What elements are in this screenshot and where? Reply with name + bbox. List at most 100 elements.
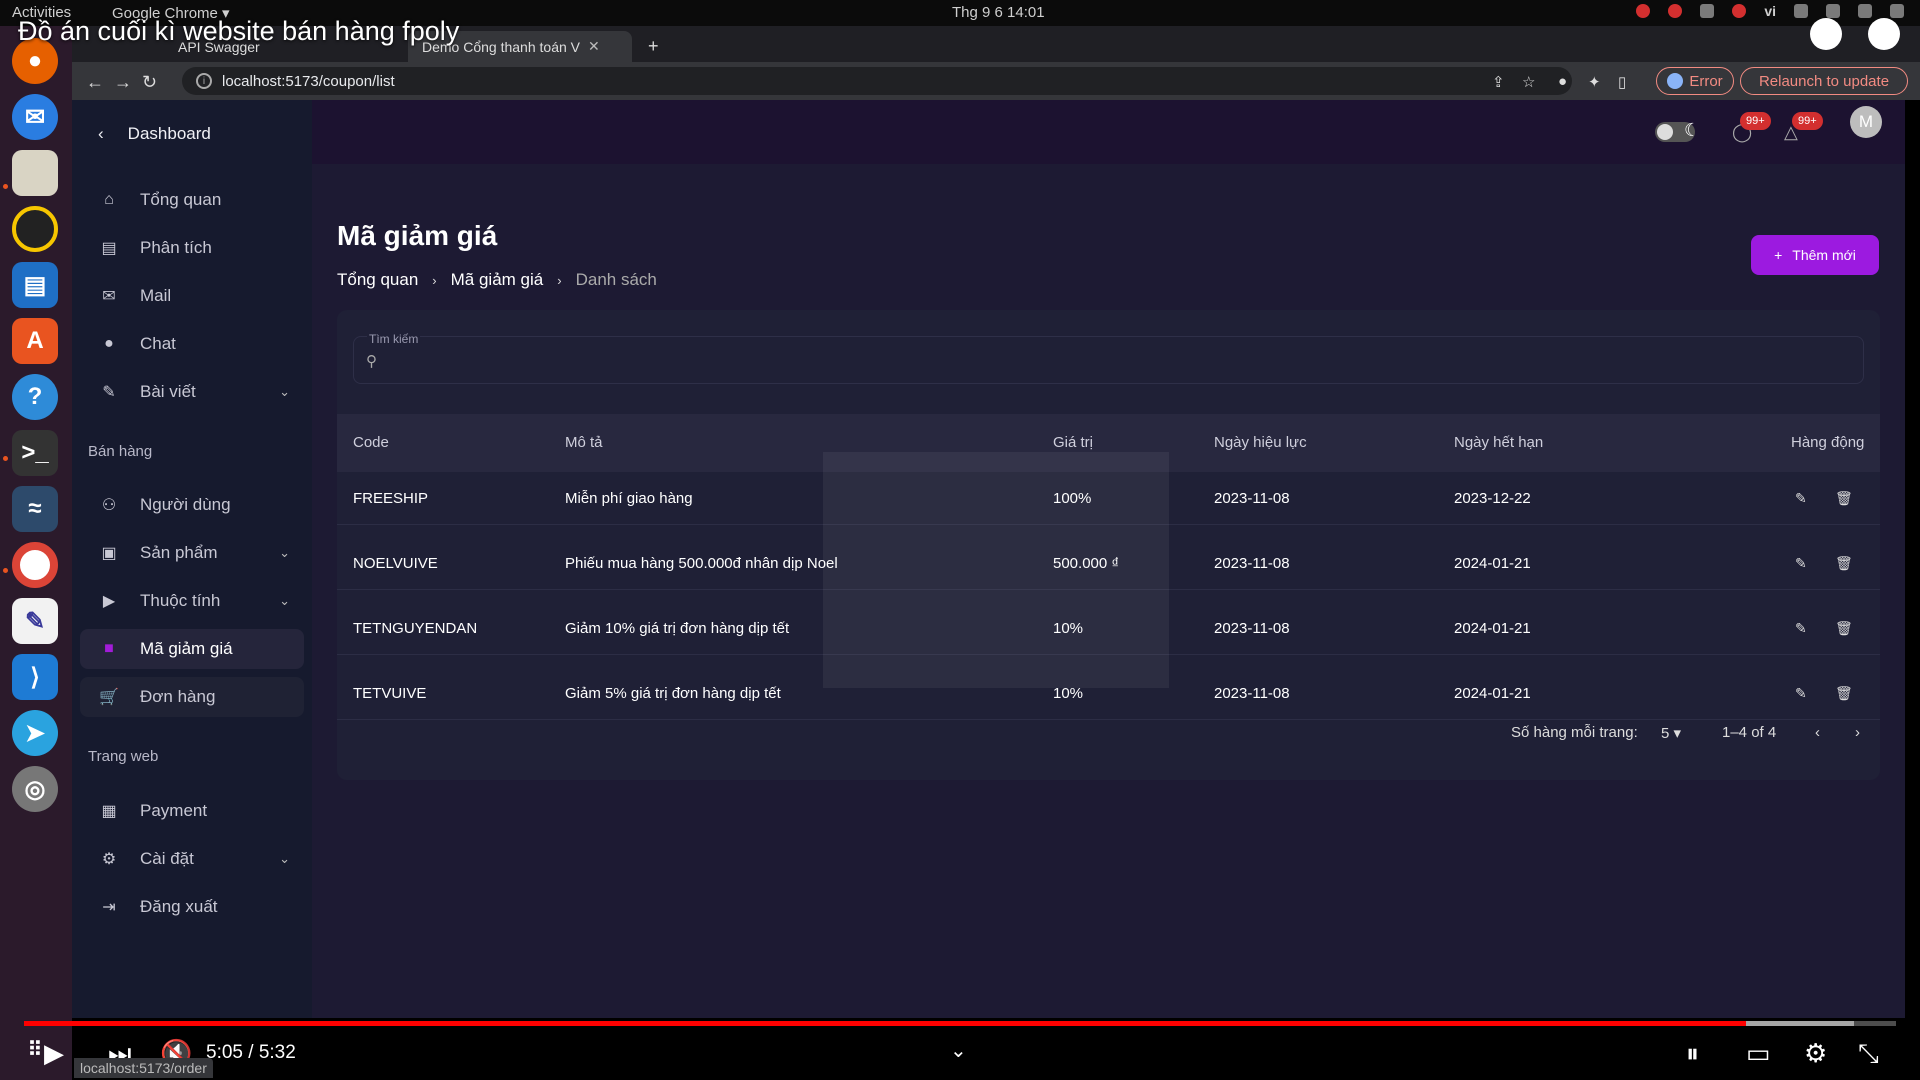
video-title[interactable]: Đồ án cuối kì website bán hàng fpoly xyxy=(18,16,459,47)
column-value[interactable]: Giá trị xyxy=(1053,434,1093,451)
cell-end-date: 2024-01-21 xyxy=(1454,620,1531,637)
new-tab-button[interactable]: + xyxy=(642,31,672,62)
chrome-icon[interactable] xyxy=(12,542,58,588)
relaunch-button[interactable]: Relaunch to update xyxy=(1740,67,1908,95)
prev-page-icon[interactable]: ‹ xyxy=(1815,724,1820,741)
extensions-puzzle-icon[interactable]: ✦ xyxy=(1588,73,1601,91)
watch-later-icon[interactable] xyxy=(1810,18,1842,50)
column-start-date[interactable]: Ngày hiệu lực xyxy=(1214,434,1307,451)
pagination-range: 1–4 of 4 xyxy=(1722,724,1777,741)
settings-hd-icon[interactable]: ⚙ xyxy=(1804,1038,1827,1069)
chevron-left-icon[interactable]: ‹ xyxy=(98,124,104,144)
cell-end-date: 2023-12-22 xyxy=(1454,490,1531,507)
breadcrumb-overview[interactable]: Tổng quan xyxy=(337,270,418,290)
system-tray[interactable]: vi xyxy=(1636,3,1904,19)
thunderbird-icon[interactable]: ✉ xyxy=(12,94,58,140)
dbeaver-icon[interactable]: ≈ xyxy=(12,486,58,532)
sidebar-item-analytics[interactable]: ▤ Phân tích xyxy=(80,228,304,268)
sidebar-item-overview[interactable]: ⌂ Tổng quan xyxy=(80,180,304,220)
text-editor-icon[interactable]: ✎ xyxy=(12,598,58,644)
chrome-indicator-icon[interactable] xyxy=(1668,4,1683,18)
record-icon[interactable] xyxy=(1636,4,1651,18)
delete-icon[interactable]: 🗑 xyxy=(1835,620,1853,637)
profile-error-button[interactable]: Error xyxy=(1656,67,1734,95)
caret-down-icon: ▾ xyxy=(1673,725,1682,742)
vscode-icon[interactable]: ⟩ xyxy=(12,654,58,700)
block-icon[interactable] xyxy=(1732,4,1747,18)
moon-icon[interactable]: ☾ xyxy=(1684,120,1700,141)
delete-icon[interactable]: 🗑 xyxy=(1835,555,1853,572)
files-icon[interactable] xyxy=(12,150,58,196)
sidebar-item-products[interactable]: ▣ Sản phẩm ⌄ xyxy=(80,533,304,573)
edit-icon[interactable]: ✎ xyxy=(1795,620,1807,637)
rhythmbox-icon[interactable] xyxy=(12,206,58,252)
sidebar-item-settings[interactable]: ⚙ Cài đặt ⌄ xyxy=(80,839,304,879)
sidebar-item-chat[interactable]: ● Chat xyxy=(80,324,304,364)
sidebar-item-users[interactable]: ⚇ Người dùng xyxy=(80,485,304,525)
cell-end-date: 2024-01-21 xyxy=(1454,685,1531,702)
breadcrumb-coupons[interactable]: Mã giảm giá xyxy=(451,270,544,290)
telegram-icon[interactable]: ➤ xyxy=(12,710,58,756)
wifi-icon[interactable] xyxy=(1794,4,1808,18)
home-icon: ⌂ xyxy=(104,191,114,208)
column-code[interactable]: Code xyxy=(353,434,389,451)
close-icon[interactable]: ✕ xyxy=(588,38,600,55)
column-description[interactable]: Mô tả xyxy=(565,434,603,451)
mic-icon[interactable] xyxy=(1858,4,1872,18)
vpn-icon[interactable] xyxy=(1700,4,1715,18)
autoplay-toggle-icon[interactable]: ⏸ xyxy=(1686,1038,1699,1070)
sidebar-section-sales: Bán hàng xyxy=(88,443,153,460)
disk-icon[interactable]: ◎ xyxy=(12,766,58,812)
sidebar-item-payment[interactable]: ▦ Payment xyxy=(80,791,304,831)
next-page-icon[interactable]: › xyxy=(1855,724,1860,741)
language-indicator[interactable]: vi xyxy=(1764,3,1776,19)
subtitles-icon[interactable]: ▭ xyxy=(1746,1038,1771,1069)
sidebar-item-label: Cài đặt xyxy=(140,849,194,868)
play-icon[interactable]: ▶ xyxy=(44,1038,64,1069)
rows-per-page-select[interactable]: 5 ▾ xyxy=(1661,724,1681,742)
breadcrumb-list: Danh sách xyxy=(575,270,657,289)
cell-start-date: 2023-11-08 xyxy=(1214,620,1290,637)
delete-icon[interactable]: 🗑 xyxy=(1835,685,1853,702)
sidebar-item-orders[interactable]: 🛒 Đơn hàng xyxy=(80,677,304,717)
chevron-down-icon: ⌄ xyxy=(279,593,290,608)
cell-code: NOELVUIVE xyxy=(353,555,438,572)
share-icon[interactable] xyxy=(1868,18,1900,50)
share-icon[interactable]: ⇪ xyxy=(1492,73,1505,91)
add-new-button[interactable]: + Thêm mới xyxy=(1751,235,1879,275)
sidebar-item-coupons[interactable]: ■ Mã giảm giá xyxy=(80,629,304,669)
search-icon: ⚲ xyxy=(366,353,377,370)
terminal-icon[interactable]: >_ xyxy=(12,430,58,476)
column-end-date[interactable]: Ngày hết hạn xyxy=(1454,434,1543,451)
sidebar-item-posts[interactable]: ✎ Bài viết ⌄ xyxy=(80,372,304,412)
edit-icon[interactable]: ✎ xyxy=(1795,555,1807,572)
add-new-label: Thêm mới xyxy=(1792,247,1856,263)
sidebar-item-logout[interactable]: ⇥ Đăng xuất xyxy=(80,887,304,927)
software-center-icon[interactable]: A xyxy=(12,318,58,364)
rows-per-page-value: 5 xyxy=(1661,725,1670,742)
sidebar: ‹ Dashboard ⌂ Tổng quan ▤ Phân tích ✉ Ma… xyxy=(72,100,312,1018)
delete-icon[interactable]: 🗑 xyxy=(1835,490,1853,507)
system-clock[interactable]: Thg 9 6 14:01 xyxy=(952,4,1045,21)
help-icon[interactable]: ? xyxy=(12,374,58,420)
writer-icon[interactable]: ▤ xyxy=(12,262,58,308)
chevron-down-icon[interactable]: ⌄ xyxy=(950,1038,967,1063)
reload-icon[interactable]: ↻ xyxy=(142,72,157,93)
battery-icon[interactable] xyxy=(1890,4,1904,18)
address-bar[interactable]: i localhost:5173/coupon/list xyxy=(182,67,1572,95)
back-icon[interactable]: ← xyxy=(86,72,104,93)
volume-icon[interactable] xyxy=(1826,4,1840,18)
sidebar-item-attributes[interactable]: ▶ Thuộc tính ⌄ xyxy=(80,581,304,621)
sidebar-item-mail[interactable]: ✉ Mail xyxy=(80,276,304,316)
side-panel-icon[interactable]: ▯ xyxy=(1618,73,1626,91)
avatar[interactable]: M xyxy=(1850,106,1882,138)
forward-icon[interactable]: → xyxy=(114,72,132,93)
exit-fullscreen-icon[interactable]: ⤡ xyxy=(1858,1038,1879,1070)
search-input[interactable]: ⚲ xyxy=(353,336,1864,384)
edit-icon[interactable]: ✎ xyxy=(1795,490,1807,507)
bookmark-star-icon[interactable]: ☆ xyxy=(1522,73,1535,91)
sidebar-header[interactable]: ‹ Dashboard xyxy=(98,124,211,144)
edit-icon[interactable]: ✎ xyxy=(1795,685,1807,702)
site-info-icon[interactable]: i xyxy=(196,73,212,89)
extension-icon[interactable]: ● xyxy=(1558,73,1567,90)
